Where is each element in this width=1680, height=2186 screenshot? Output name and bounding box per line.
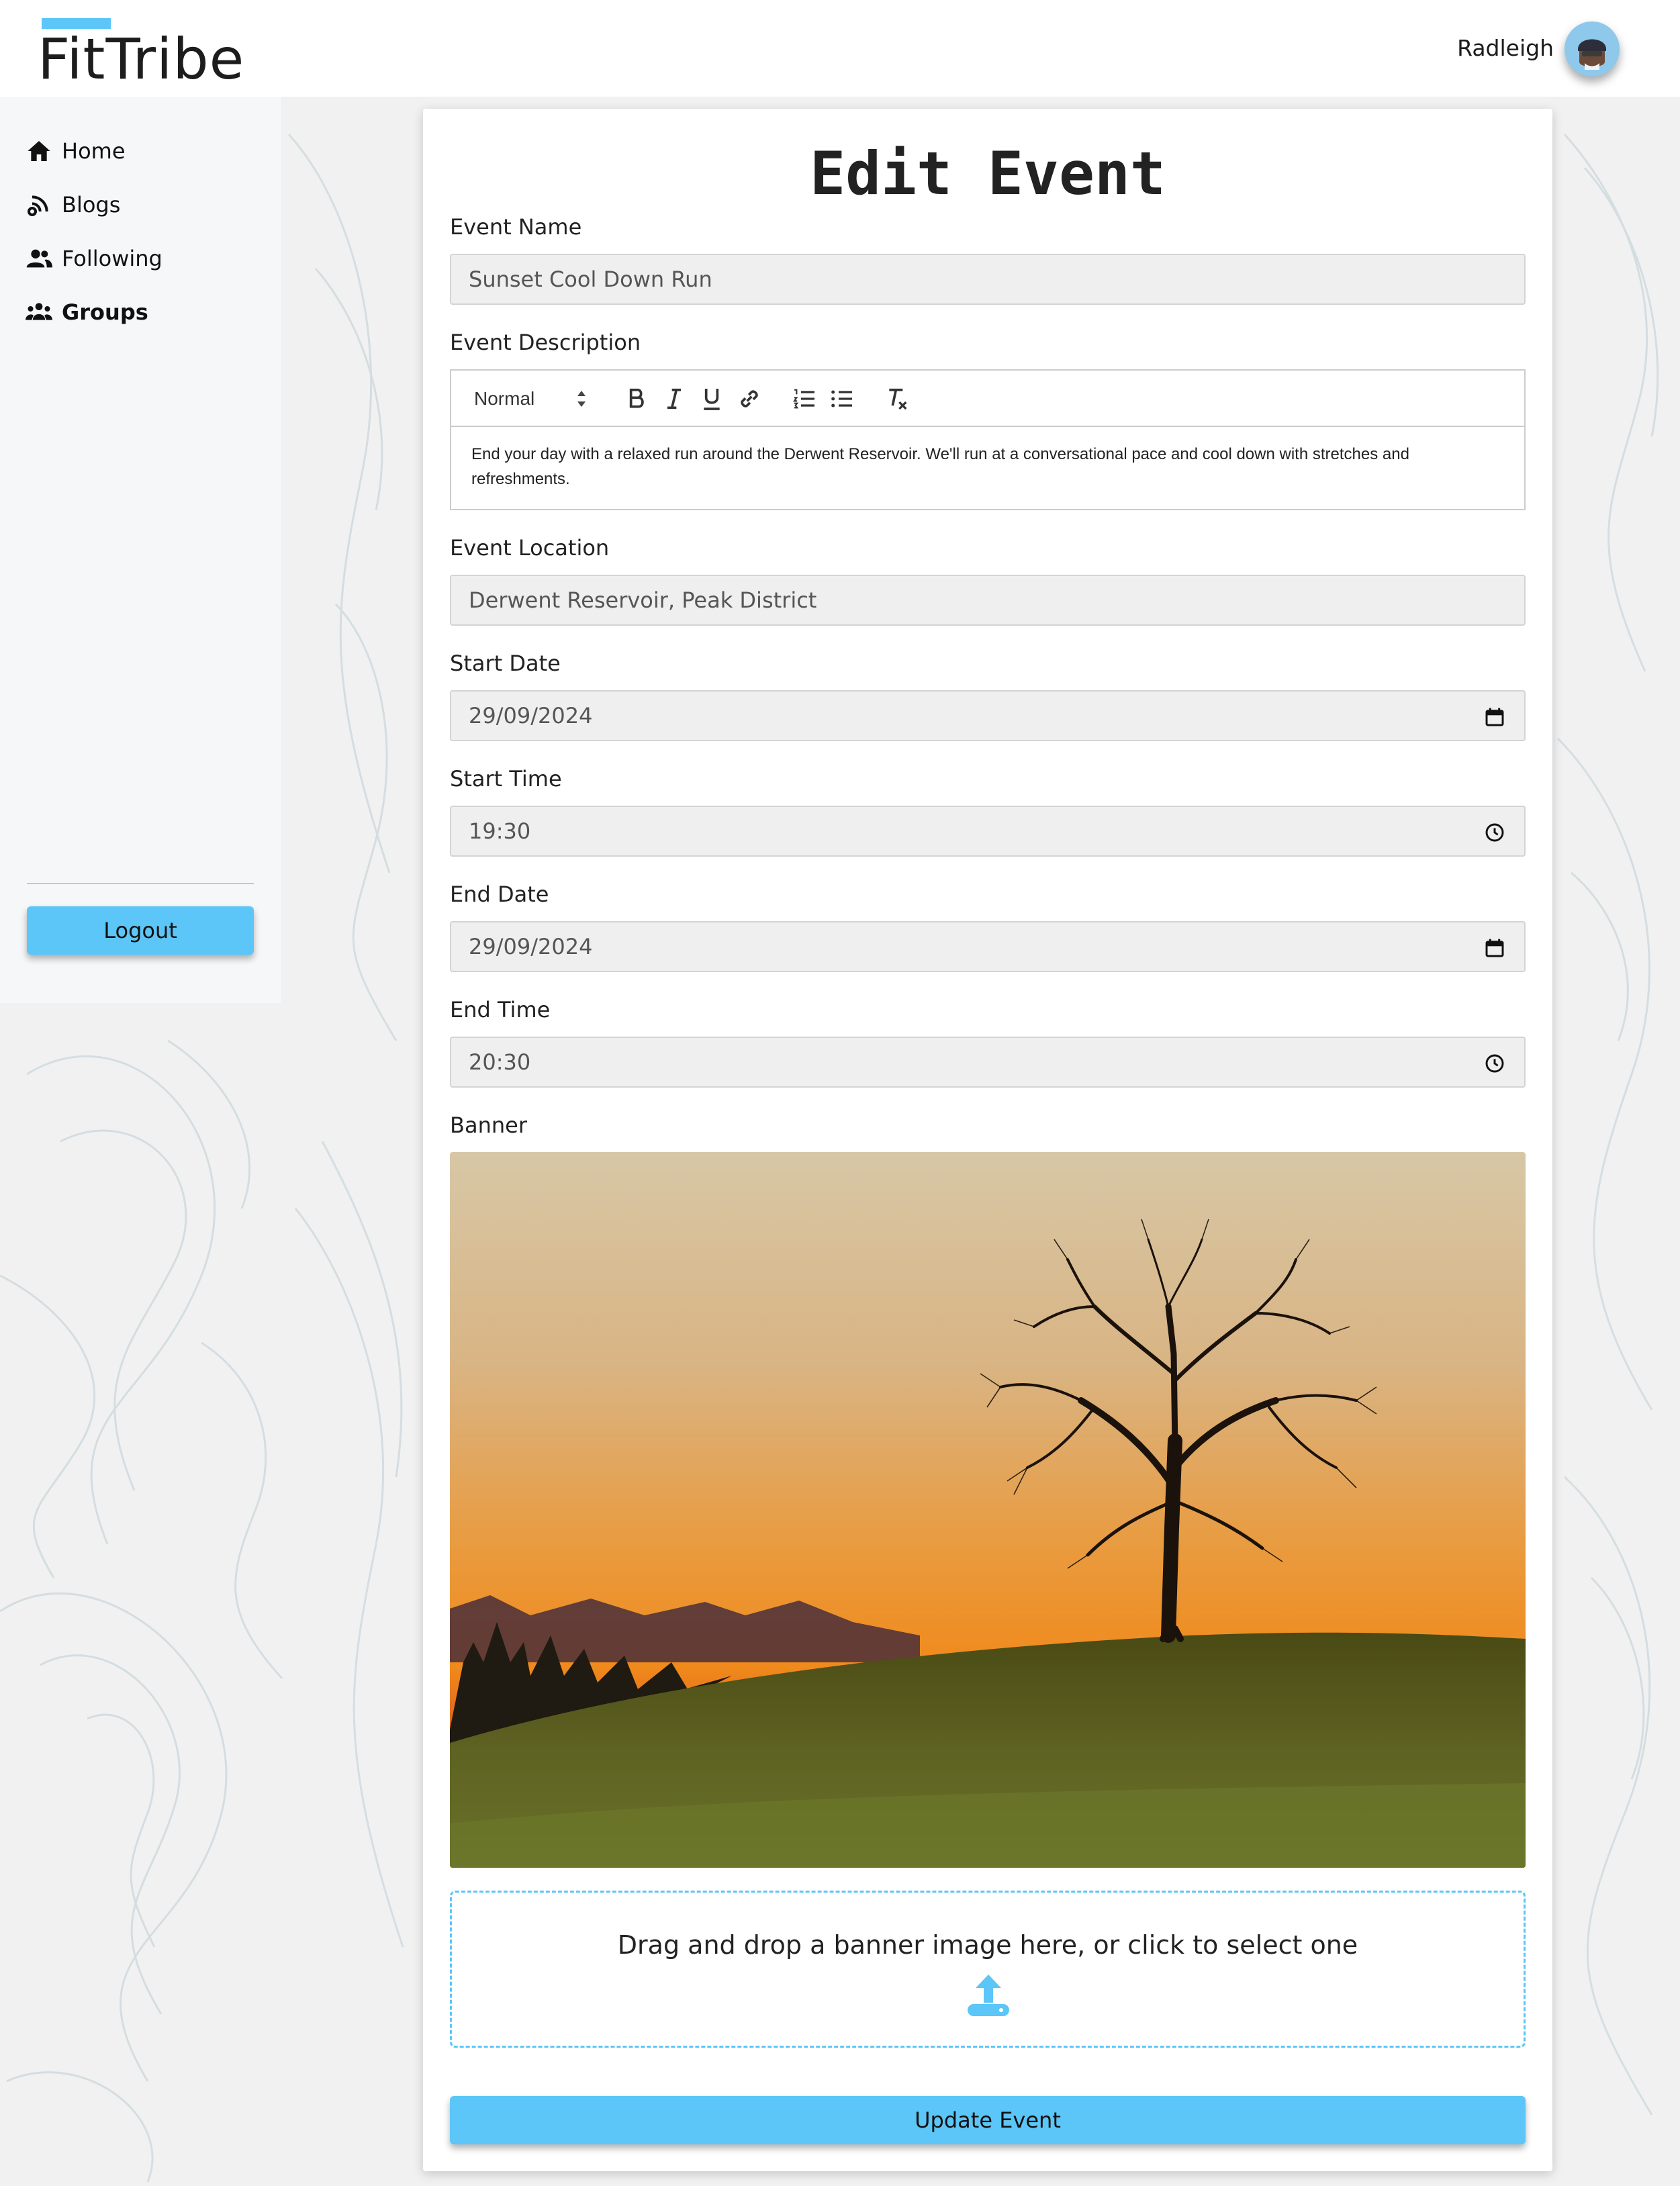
logout-button[interactable]: Logout bbox=[27, 906, 254, 955]
sidebar-item-blogs[interactable]: Blogs bbox=[26, 186, 120, 224]
banner-dropzone[interactable]: Drag and drop a banner image here, or cl… bbox=[450, 1891, 1526, 2048]
calendar-icon[interactable] bbox=[1484, 937, 1505, 959]
sidebar-item-label: Blogs bbox=[62, 192, 121, 218]
event-location-input[interactable]: Derwent Reservoir, Peak District bbox=[450, 575, 1526, 626]
event-description-editor: Normal End your day with a relaxed run a… bbox=[450, 369, 1526, 510]
event-name-label: Event Name bbox=[450, 214, 582, 240]
end-time-value: 20:30 bbox=[469, 1049, 531, 1075]
user-name[interactable]: Radleigh bbox=[1457, 34, 1554, 63]
groups-icon bbox=[26, 303, 52, 320]
start-time-input[interactable]: 19:30 bbox=[450, 806, 1526, 857]
underline-icon[interactable] bbox=[698, 385, 725, 412]
app-logo[interactable]: FitTribe bbox=[38, 26, 244, 93]
upload-icon bbox=[968, 1975, 1009, 2016]
top-header: FitTribe Radleigh bbox=[0, 0, 1680, 97]
bold-icon[interactable] bbox=[623, 385, 650, 412]
italic-icon[interactable] bbox=[661, 385, 688, 412]
blogs-icon bbox=[28, 195, 48, 216]
start-date-value: 29/09/2024 bbox=[469, 703, 593, 728]
bullet-list-icon[interactable] bbox=[829, 385, 855, 412]
end-date-input[interactable]: 29/09/2024 bbox=[450, 921, 1526, 972]
sidebar-item-label: Home bbox=[62, 138, 126, 164]
banner-label: Banner bbox=[450, 1112, 527, 1138]
end-date-value: 29/09/2024 bbox=[469, 934, 593, 959]
clear-format-icon[interactable] bbox=[884, 385, 911, 412]
sidebar-item-groups[interactable]: Groups bbox=[26, 293, 148, 331]
start-time-value: 19:30 bbox=[469, 818, 531, 844]
editor-toolbar: Normal bbox=[451, 371, 1524, 427]
clock-icon[interactable] bbox=[1484, 1053, 1505, 1074]
start-date-input[interactable]: 29/09/2024 bbox=[450, 690, 1526, 741]
event-location-label: Event Location bbox=[450, 535, 610, 561]
sunset-tree-image bbox=[450, 1152, 1526, 1868]
format-select[interactable]: Normal bbox=[474, 387, 588, 411]
select-arrows-icon bbox=[577, 391, 586, 407]
home-icon bbox=[28, 141, 50, 161]
event-name-input[interactable]: Sunset Cool Down Run bbox=[450, 254, 1526, 305]
end-date-label: End Date bbox=[450, 882, 549, 907]
sidebar-item-home[interactable]: Home bbox=[26, 132, 126, 170]
end-time-label: End Time bbox=[450, 997, 551, 1023]
update-event-button[interactable]: Update Event bbox=[450, 2096, 1526, 2144]
sidebar-item-label: Following bbox=[62, 246, 162, 271]
sidebar-divider bbox=[27, 883, 254, 884]
user-avatar[interactable] bbox=[1565, 21, 1620, 77]
link-icon[interactable] bbox=[736, 385, 763, 412]
edit-event-card: Edit Event Event Name Sunset Cool Down R… bbox=[423, 109, 1552, 2171]
ordered-list-icon[interactable] bbox=[791, 385, 818, 412]
sidebar-item-label: Groups bbox=[62, 299, 148, 325]
sidebar: Home Blogs Following Groups Logout bbox=[0, 97, 281, 1003]
start-time-label: Start Time bbox=[450, 766, 562, 792]
event-description-label: Event Description bbox=[450, 330, 641, 355]
start-date-label: Start Date bbox=[450, 651, 561, 676]
banner-image bbox=[450, 1152, 1526, 1868]
page-title: Edit Event bbox=[810, 139, 1166, 208]
event-description-text[interactable]: End your day with a relaxed run around t… bbox=[471, 442, 1505, 491]
format-select-value: Normal bbox=[474, 388, 535, 409]
clock-icon[interactable] bbox=[1484, 822, 1505, 843]
sidebar-item-following[interactable]: Following bbox=[26, 240, 162, 277]
dropzone-text: Drag and drop a banner image here, or cl… bbox=[617, 1930, 1358, 1960]
following-icon bbox=[26, 249, 52, 268]
end-time-input[interactable]: 20:30 bbox=[450, 1037, 1526, 1088]
avatar-icon bbox=[1565, 21, 1620, 77]
calendar-icon[interactable] bbox=[1484, 706, 1505, 728]
